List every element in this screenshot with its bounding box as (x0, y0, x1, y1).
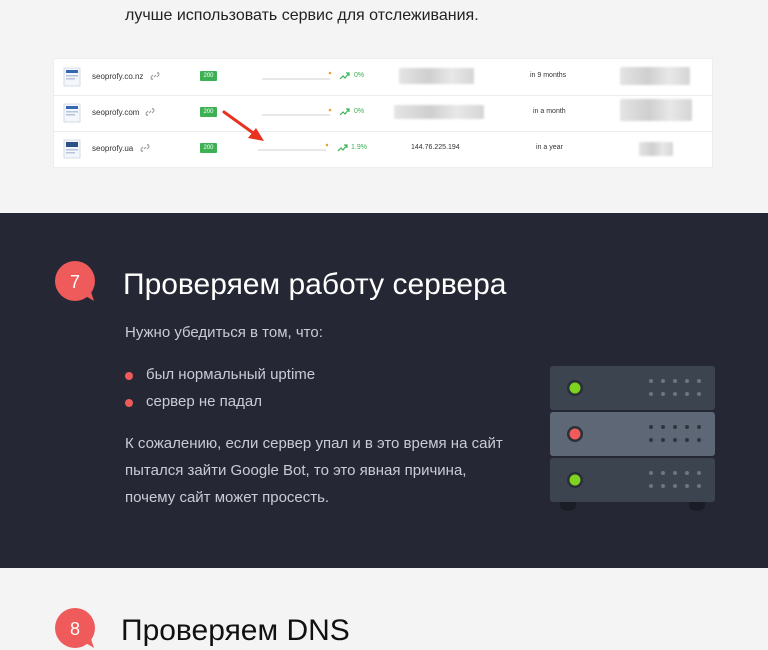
table-row: seoprofy.ua 200 1.9% 144.76.225.194 in a… (54, 131, 712, 167)
domain-tracker-table: seoprofy.co.nz 200 0% in 9 months seopro… (54, 59, 712, 167)
domain-age: in a year (536, 144, 563, 151)
table-row: seoprofy.co.nz 200 0% in 9 months (54, 59, 712, 96)
site-thumbnail-icon (63, 103, 81, 123)
link-icon[interactable] (139, 142, 151, 154)
change-percent: 1.9% (351, 144, 367, 151)
intro-text: лучше использовать сервис для отслеживан… (125, 7, 479, 24)
trend-up-icon (339, 108, 350, 116)
status-badge: 200 (200, 107, 217, 117)
red-arrow-icon (222, 110, 264, 141)
change-percent: 0% (354, 108, 365, 115)
blurred-ip (399, 68, 474, 84)
blurred-value (620, 99, 692, 121)
bullet-dot (125, 399, 133, 407)
server-rack-icon (550, 366, 715, 511)
link-icon[interactable] (149, 70, 161, 82)
svg-text:8: 8 (70, 619, 80, 639)
domain-name[interactable]: seoprofy.co.nz (92, 72, 143, 81)
status-badge: 200 (200, 143, 217, 153)
site-thumbnail-icon (63, 67, 81, 87)
change-percent: 0% (354, 72, 365, 79)
blurred-ip (394, 105, 484, 119)
position-sparkline (262, 108, 332, 116)
trend-up-icon (339, 72, 350, 80)
domain-age: in a month (533, 108, 566, 115)
link-icon[interactable] (144, 106, 156, 118)
server-check-section: 7 Проверяем работу сервера Нужно убедить… (0, 213, 768, 568)
list-item-text: сервер не падал (146, 393, 262, 410)
section-title: Проверяем DNS (121, 614, 350, 647)
status-badge: 200 (200, 71, 217, 81)
bullet-dot (125, 372, 133, 380)
domain-name[interactable]: seoprofy.com (92, 108, 139, 117)
list-item-text: был нормальный uptime (146, 366, 316, 383)
table-row: seoprofy.com 200 0% in a month (54, 95, 712, 132)
section-lead: Нужно убедиться в том, что: (125, 324, 323, 341)
section-title: Проверяем работу сервера (123, 268, 507, 301)
blurred-value (620, 67, 690, 85)
blurred-value (639, 142, 673, 156)
position-sparkline (262, 71, 332, 80)
site-thumbnail-icon (63, 139, 81, 159)
section-paragraph: К сожалению, если сервер упал и в это вр… (125, 435, 503, 506)
domain-age: in 9 months (530, 72, 567, 79)
tracker-section: лучше использовать сервис для отслеживан… (0, 0, 768, 213)
step-number-badge: 7 (55, 261, 95, 301)
trend-up-icon (337, 144, 348, 152)
ip-address: 144.76.225.194 (411, 144, 460, 151)
domain-name[interactable]: seoprofy.ua (92, 144, 133, 153)
svg-text:7: 7 (70, 272, 80, 292)
dns-check-section: 8 Проверяем DNS (0, 568, 768, 648)
step-number-badge: 8 (55, 608, 95, 648)
